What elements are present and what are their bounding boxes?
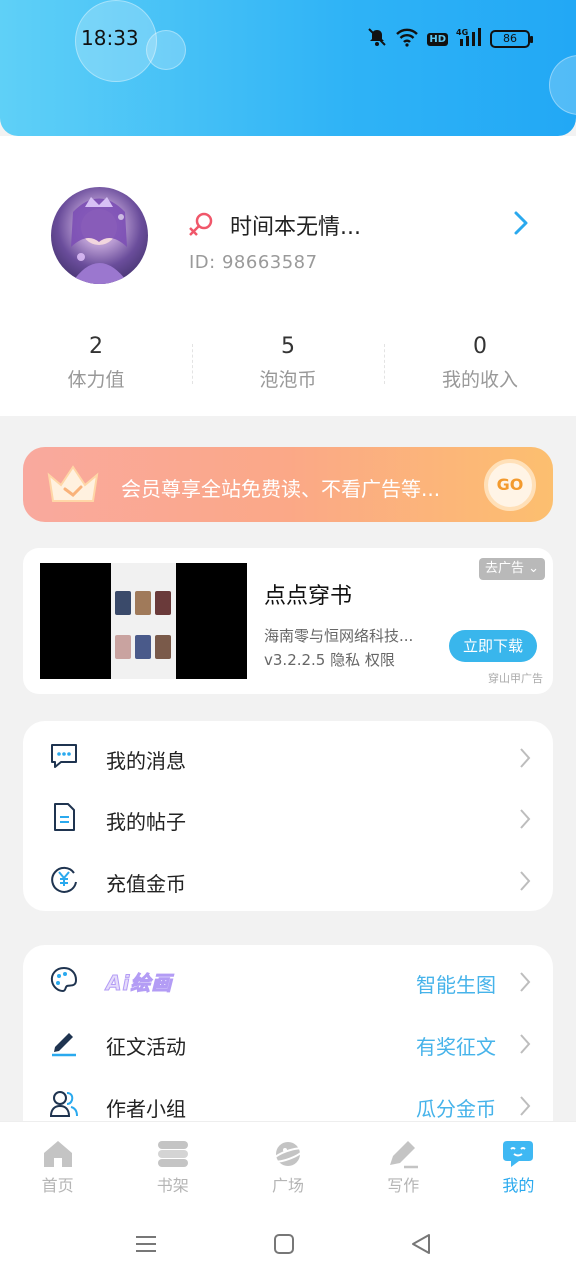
pen-icon: [49, 1027, 79, 1057]
user-id: ID: 98663587: [189, 252, 318, 273]
chevron-right-icon: [519, 1033, 531, 1059]
remove-ad-button[interactable]: 去广告 ⌄: [479, 558, 546, 580]
menu-label: 我的帖子: [106, 810, 186, 834]
chevron-right-icon: [519, 870, 531, 896]
stat-label: 我的收入: [441, 369, 518, 391]
avatar[interactable]: [51, 187, 148, 284]
yen-coin-icon: [49, 864, 79, 894]
ad-screenshot: [111, 563, 176, 679]
document-icon: [49, 802, 79, 832]
stat-bubble-coins[interactable]: 5 泡泡币: [192, 334, 384, 392]
tab-write[interactable]: 写作: [346, 1122, 461, 1207]
menu-aside: 瓜分金币: [416, 1097, 496, 1121]
menu-icon[interactable]: [135, 1233, 157, 1259]
tab-plaza[interactable]: 广场: [230, 1122, 345, 1207]
menu-label: 征文活动: [106, 1035, 186, 1059]
profile-detail-chevron-icon[interactable]: [512, 210, 530, 240]
vip-promo-text: 会员尊享全站免费读、不看广告等...: [121, 477, 441, 501]
home-icon: [0, 1139, 115, 1169]
chevron-right-icon: [519, 808, 531, 834]
menu-aside: 有奖征文: [416, 1035, 496, 1059]
svg-text:4G: 4G: [456, 28, 468, 37]
menu-label: 充值金币: [106, 872, 186, 896]
ad-company: 海南零与恒网络科技...: [264, 627, 414, 645]
status-icons: HD 4G 86: [367, 27, 533, 51]
menu-item-messages[interactable]: 我的消息: [23, 725, 553, 785]
battery-indicator: 86: [490, 30, 533, 48]
wifi-icon: [395, 27, 419, 51]
chat-bubble-icon: [461, 1139, 576, 1169]
status-time: 18:33: [81, 26, 139, 50]
stats-row: 2 体力值 5 泡泡币 0 我的收入: [0, 334, 576, 392]
user-id-value: 98663587: [221, 252, 318, 273]
tab-label: 广场: [272, 1176, 305, 1195]
tab-label: 书架: [156, 1176, 189, 1195]
menu-card-creation: Ai绘画 智能生图 征文活动 有奖征文 作者小组 瓜分金币: [23, 945, 553, 1125]
message-icon: [49, 741, 79, 771]
vip-go-button[interactable]: GO: [484, 459, 536, 511]
crown-icon: [45, 463, 101, 509]
user-nickname: 时间本无情...: [230, 215, 361, 240]
stat-income[interactable]: 0 我的收入: [384, 334, 576, 392]
tab-label: 我的: [502, 1176, 535, 1195]
chevron-right-icon: [519, 1095, 531, 1121]
chevron-right-icon: [519, 971, 531, 997]
stat-label: 体力值: [67, 369, 125, 391]
tab-mine[interactable]: 我的: [461, 1122, 576, 1207]
decor-bubble: [549, 55, 576, 115]
ad-card[interactable]: 点点穿书 海南零与恒网络科技... v3.2.2.5 隐私 权限 去广告 ⌄ 立…: [23, 548, 553, 694]
female-gender-icon: [186, 210, 216, 244]
ad-source-label: 穿山甲广告: [488, 672, 543, 685]
ai-drawing-label: Ai绘画: [105, 971, 173, 996]
stat-value: 5: [281, 334, 295, 359]
hd-badge: HD: [427, 32, 448, 46]
user-id-label: ID:: [189, 252, 216, 273]
profile-section: 时间本无情... ID: 98663587 2 体力值 5 泡泡币 0 我的收入: [0, 136, 576, 416]
signal-icon: 4G: [456, 27, 482, 51]
stat-value: 0: [473, 334, 487, 359]
palette-icon: [49, 965, 79, 995]
download-now-button[interactable]: 立即下载: [449, 630, 537, 662]
menu-card-personal: 我的消息 我的帖子 充值金币: [23, 721, 553, 911]
stat-label: 泡泡币: [259, 369, 317, 391]
home-button-icon[interactable]: [273, 1233, 295, 1259]
group-icon: [49, 1089, 79, 1119]
ad-video-thumbnail[interactable]: [40, 563, 247, 679]
decor-bubble: [146, 30, 186, 70]
system-navigation-bar: [0, 1207, 576, 1280]
menu-aside: 智能生图: [416, 973, 496, 997]
tab-label: 首页: [41, 1176, 74, 1195]
chevron-right-icon: [519, 747, 531, 773]
menu-item-posts[interactable]: 我的帖子: [23, 786, 553, 846]
header-banner: 18:33 HD 4G 86: [0, 0, 576, 136]
menu-label: 我的消息: [106, 749, 186, 773]
bookshelf-icon: [115, 1139, 230, 1169]
tab-bookshelf[interactable]: 书架: [115, 1122, 230, 1207]
tab-home[interactable]: 首页: [0, 1122, 115, 1207]
tab-label: 写作: [387, 1176, 420, 1195]
stat-value: 2: [89, 334, 103, 359]
planet-icon: [230, 1139, 345, 1169]
menu-item-essay-contest[interactable]: 征文活动 有奖征文: [23, 1011, 553, 1071]
mute-icon: [367, 27, 387, 51]
vip-banner[interactable]: 会员尊享全站免费读、不看广告等... GO: [23, 447, 553, 522]
ad-version-privacy[interactable]: v3.2.2.5 隐私 权限: [264, 649, 395, 670]
menu-item-ai-drawing[interactable]: Ai绘画 智能生图: [23, 949, 553, 1009]
stat-stamina[interactable]: 2 体力值: [0, 334, 192, 392]
bottom-tab-bar: 首页 书架 广场 写作 我的: [0, 1121, 576, 1207]
ad-app-title: 点点穿书: [264, 584, 353, 609]
menu-label: 作者小组: [106, 1097, 186, 1121]
back-icon[interactable]: [410, 1233, 432, 1259]
menu-item-recharge[interactable]: 充值金币: [23, 848, 553, 908]
write-icon: [346, 1139, 461, 1169]
